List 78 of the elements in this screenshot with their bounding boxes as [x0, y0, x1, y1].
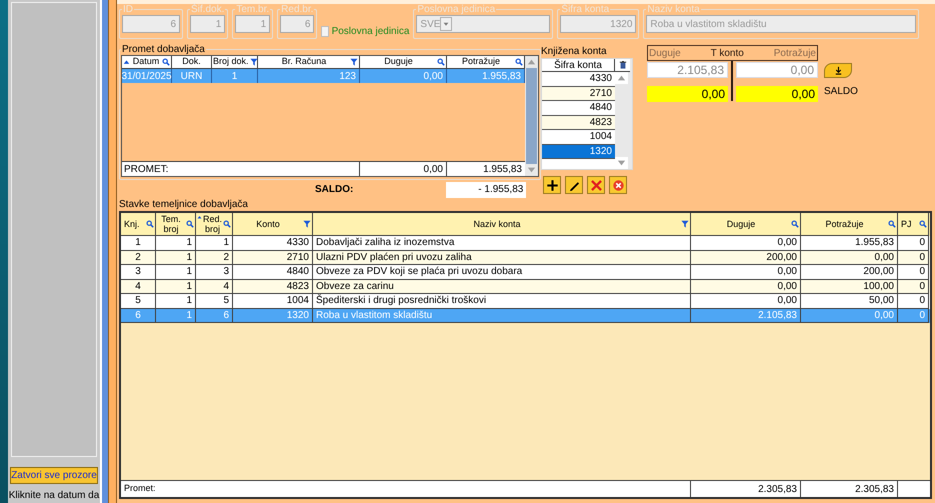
list-item[interactable]: 4840 [542, 101, 615, 116]
scrollbar[interactable] [525, 56, 538, 176]
amount-field: 0,00 [736, 86, 818, 102]
table-cell: 0,00 [360, 162, 447, 176]
download-icon [834, 66, 842, 75]
table-cell: 0 [898, 308, 929, 323]
field-label: Tem.br. [235, 4, 270, 15]
download-button[interactable] [824, 63, 852, 78]
cancel-button[interactable] [609, 176, 627, 194]
amount-field: 0,00 [736, 62, 818, 78]
scrollbar[interactable] [615, 72, 630, 169]
table-row[interactable]: 2 1 2 2710 Ulazni PDV plaćen pri uvozu zaliha 200,00 0,00 0 [121, 250, 930, 265]
field-label: Poslovna jedinica [416, 4, 496, 15]
table-row[interactable]: 5 1 5 1004 Špediterski i drugi posrednički troškovi 0,00 50,00 0 [121, 294, 930, 308]
saldo-value: - 1.955,83 [446, 182, 526, 198]
list-title: Knjižena konta [541, 46, 608, 58]
grid-title: Stavke temeljnice dobavljača [119, 199, 249, 211]
table-cell: 1320 [233, 308, 313, 323]
table-cell: 6 [196, 308, 233, 323]
column-label: Potražuje [774, 46, 816, 60]
table-row[interactable]: 4 1 4 4823 Obveze za carinu 0,00 100,00 0 [121, 280, 930, 294]
filter-icon [250, 58, 258, 66]
close-all-button[interactable]: Zatvori sve prozore [10, 467, 98, 484]
search-icon [515, 58, 523, 66]
table-cell: 6 [121, 308, 156, 323]
scroll-down-icon[interactable] [615, 157, 628, 169]
trash-icon [615, 59, 630, 72]
add-button[interactable] [543, 176, 561, 194]
search-icon [146, 220, 154, 228]
field-label: Šif.dok. [190, 4, 226, 15]
search-icon [223, 220, 232, 228]
table-row[interactable]: 3 1 3 4840 Obveze za PDV koji se plaća pri uvozu dobara 0,00 200,00 0 [121, 265, 930, 280]
table-cell: 0,00 [801, 308, 898, 323]
saldo-label: SALDO: [315, 183, 354, 197]
column-header[interactable]: Šifra konta [542, 59, 615, 72]
list-item[interactable]: 1320 [542, 144, 615, 159]
field-label: Red.br. [280, 4, 314, 15]
saldo-label: SALDO [824, 85, 858, 99]
search-icon [186, 220, 194, 228]
search-icon [437, 58, 445, 66]
add-icon [546, 178, 558, 192]
table-cell: Roba u vlastitom skladištu [313, 308, 691, 323]
sort-arrow-icon [197, 215, 202, 220]
column-label: Duguje [649, 46, 681, 60]
cancel-icon [612, 178, 624, 192]
hint-text: Kliknite na datum da [8, 489, 100, 503]
table-cell: 2.305,83 [691, 481, 801, 497]
scroll-up-icon[interactable] [615, 72, 628, 84]
group-title: Promet dobavljača [121, 44, 206, 55]
list-item[interactable]: 1004 [542, 130, 615, 144]
table-cell: PROMET: [122, 162, 360, 176]
checkbox[interactable] [321, 26, 329, 37]
table-cell: 2.305,83 [801, 481, 898, 497]
sort-arrow-icon [123, 58, 130, 66]
table-cell-text: 1.955,83 [482, 162, 523, 176]
filter-icon [350, 58, 358, 66]
table-cell: 2.105,83 [691, 308, 801, 323]
search-icon [162, 58, 170, 66]
table-row[interactable]: 1 1 1 4330 Dobavljači zaliha iz inozemstva 0,00 1.955,83 0 [121, 236, 930, 250]
column-label: T konto [710, 46, 744, 60]
search-icon [919, 220, 927, 228]
list-item[interactable]: 2710 [542, 86, 615, 101]
filter-icon [303, 220, 311, 228]
pencil-button[interactable] [565, 176, 583, 194]
table-cell: Promet: [121, 481, 691, 497]
field-label: Šifra konta [560, 4, 610, 15]
list-item[interactable]: 4330 [542, 72, 615, 86]
close-icon [590, 178, 602, 192]
amount-field: 2.105,83 [647, 62, 728, 78]
list-item[interactable]: 4823 [542, 116, 615, 130]
checkbox-label: Poslovna jedinica [332, 25, 410, 39]
field-label: ID [122, 4, 134, 15]
filter-icon [681, 220, 689, 228]
amount-field: 0,00 [647, 86, 728, 102]
field-label: Naziv konta [646, 4, 701, 15]
table-cell: 1 [156, 308, 196, 323]
search-icon [888, 220, 896, 228]
search-icon [791, 220, 799, 228]
